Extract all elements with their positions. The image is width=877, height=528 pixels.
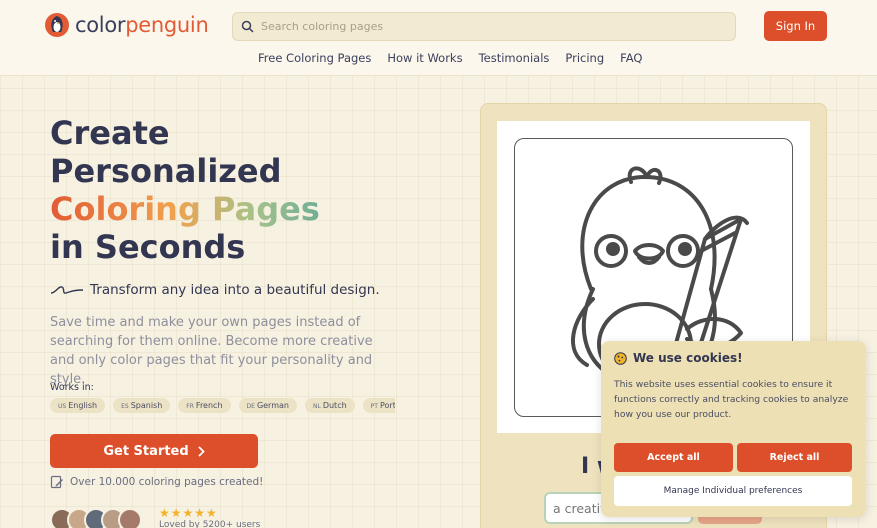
language-code: DE <box>246 403 255 410</box>
reject-all-button[interactable]: Reject all <box>737 443 852 472</box>
language-name: Dutch <box>322 401 347 410</box>
logo-text-penguin: penguin <box>125 13 209 37</box>
language-chip: FR French <box>178 398 231 413</box>
language-name: Portug <box>379 401 395 410</box>
search-icon <box>241 20 254 33</box>
cookie-icon <box>614 351 627 365</box>
user-avatars <box>50 508 142 528</box>
nav-testimonials[interactable]: Testimonials <box>479 51 550 65</box>
nav-free-coloring-pages[interactable]: Free Coloring Pages <box>258 51 371 65</box>
language-chip: NL Dutch <box>304 398 355 413</box>
pages-created-note: Over 10.000 coloring pages created! <box>50 475 263 489</box>
get-started-button[interactable]: Get Started <box>50 434 258 468</box>
hero-title-line-4: in Seconds <box>50 228 246 266</box>
get-started-label: Get Started <box>103 443 189 459</box>
cookie-body: This website uses essential cookies to e… <box>614 379 849 420</box>
language-name: French <box>195 401 223 410</box>
sign-in-button[interactable]: Sign In <box>764 11 827 41</box>
edit-page-icon <box>50 475 63 489</box>
language-chip: US English <box>50 398 106 413</box>
chevron-right-icon <box>198 445 205 457</box>
cookie-title-text: We use cookies! <box>633 351 743 365</box>
hero-title: Create Personalized Coloring Pages in Se… <box>50 114 320 266</box>
penguin-logo-icon <box>45 13 69 37</box>
site-header: colorpenguin Sign In Free Coloring Pages… <box>0 0 877 76</box>
language-chip: ES Spanish <box>113 398 171 413</box>
language-code: PT <box>370 403 378 410</box>
nav-pricing[interactable]: Pricing <box>565 51 604 65</box>
language-code: ES <box>121 403 129 410</box>
nav-faq[interactable]: FAQ <box>620 51 642 65</box>
language-code: FR <box>186 403 194 410</box>
logo-text-color: color <box>75 13 126 37</box>
language-chip: DE German <box>238 398 297 413</box>
search-input[interactable] <box>261 20 721 33</box>
rating-stars: ★★★★★ <box>159 506 218 520</box>
search-bar[interactable] <box>232 12 736 41</box>
nav-how-it-works[interactable]: How it Works <box>387 51 462 65</box>
accept-all-button[interactable]: Accept all <box>614 443 733 472</box>
works-in-label: Works in: <box>50 382 94 393</box>
cookie-title: We use cookies! <box>614 351 743 365</box>
manage-preferences-button[interactable]: Manage Individual preferences <box>614 476 852 506</box>
language-name: Spanish <box>130 401 163 410</box>
language-code: NL <box>312 403 321 410</box>
language-name: English <box>68 401 98 410</box>
cookie-banner: We use cookies! This website uses essent… <box>601 341 866 517</box>
hero-tagline: Transform any idea into a beautiful desi… <box>50 282 380 298</box>
language-list: US English ES Spanish FR French DE German NL… <box>50 398 395 414</box>
hero-title-line-3: Coloring Pages <box>50 190 320 228</box>
hero-description: Save time and make your own pages instea… <box>50 315 373 387</box>
logo-text: colorpenguin <box>75 13 209 37</box>
avatar <box>118 508 142 528</box>
hero-title-line-1: Create <box>50 114 170 152</box>
language-code: US <box>58 403 67 410</box>
loved-by-text: Loved by 5200+ users <box>159 520 261 528</box>
pages-created-text: Over 10.000 coloring pages created! <box>70 476 264 488</box>
scribble-icon <box>50 286 84 294</box>
logo[interactable]: colorpenguin <box>44 12 209 38</box>
tagline-text: Transform any idea into a beautiful desi… <box>90 282 380 298</box>
main-nav: Free Coloring Pages How it Works Testimo… <box>258 51 642 65</box>
language-chip: PTPortug <box>362 398 395 413</box>
hero-title-line-2: Personalized <box>50 152 282 190</box>
language-name: German <box>256 401 289 410</box>
